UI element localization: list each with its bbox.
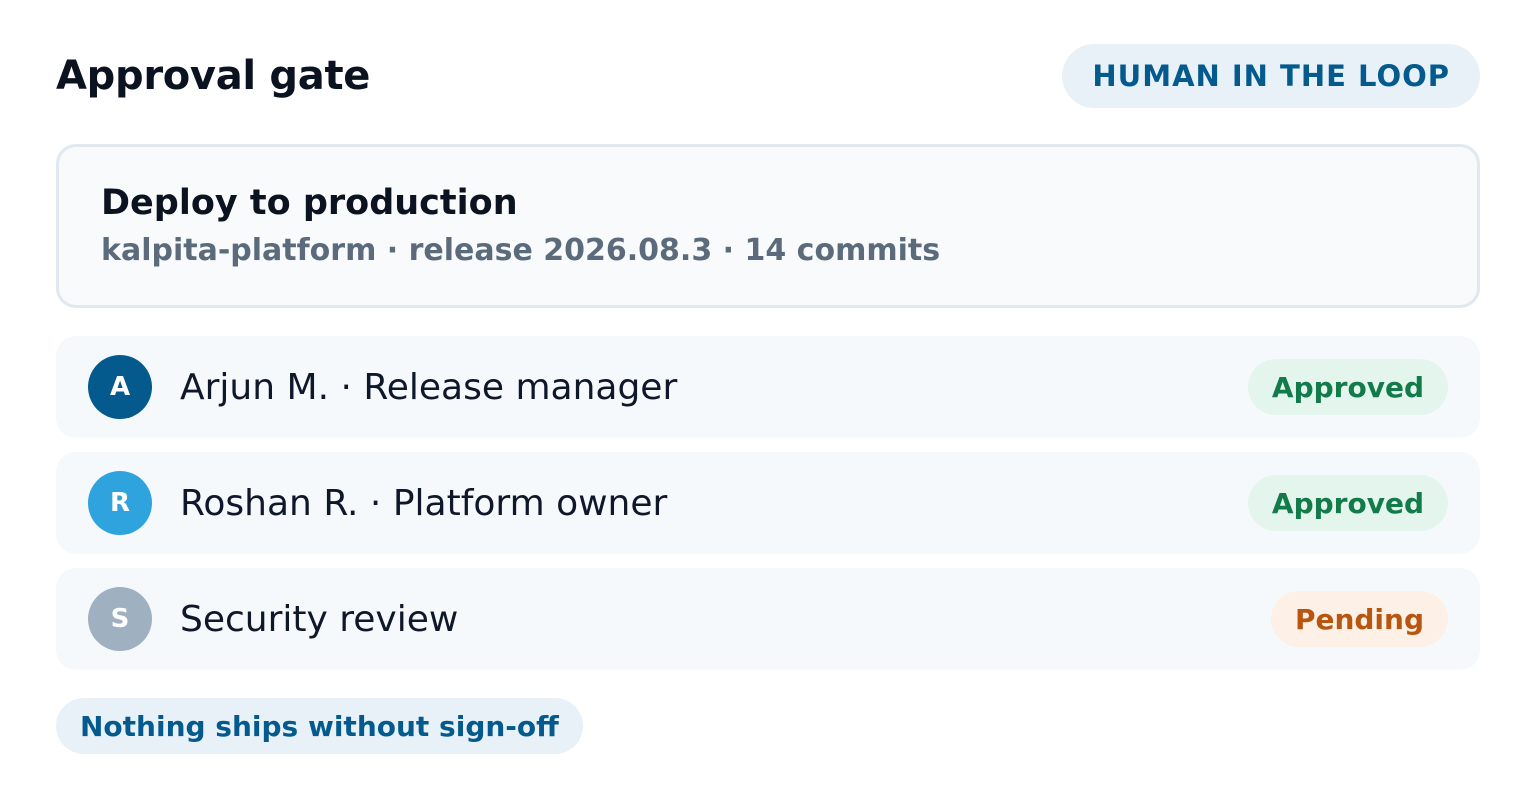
header: Approval gate HUMAN IN THE LOOP	[56, 44, 1480, 108]
approver-list: A Arjun M. · Release manager Approved R …	[56, 336, 1480, 670]
avatar: S	[88, 587, 152, 651]
deploy-card: Deploy to production kalpita-platform · …	[56, 144, 1480, 308]
status-badge: Pending	[1270, 591, 1448, 647]
avatar: R	[88, 471, 152, 535]
approver-label: Roshan R. · Platform owner	[180, 482, 668, 524]
approver-label: Arjun M. · Release manager	[180, 366, 678, 408]
approver-row-security: S Security review Pending	[56, 568, 1480, 670]
status-badge: Approved	[1247, 359, 1448, 415]
status-badge: Approved	[1247, 475, 1448, 531]
deploy-title: Deploy to production	[101, 183, 518, 223]
approver-row-arjun: A Arjun M. · Release manager Approved	[56, 336, 1480, 438]
avatar: A	[88, 355, 152, 419]
signoff-note: Nothing ships without sign-off	[56, 698, 583, 754]
approver-label: Security review	[180, 598, 459, 640]
deploy-meta: kalpita-platform · release 2026.08.3 · 1…	[101, 233, 941, 268]
page-title: Approval gate	[56, 53, 371, 99]
approver-row-roshan: R Roshan R. · Platform owner Approved	[56, 452, 1480, 554]
approval-gate-panel: Approval gate HUMAN IN THE LOOP Deploy t…	[0, 0, 1536, 800]
mode-badge: HUMAN IN THE LOOP	[1062, 44, 1480, 108]
